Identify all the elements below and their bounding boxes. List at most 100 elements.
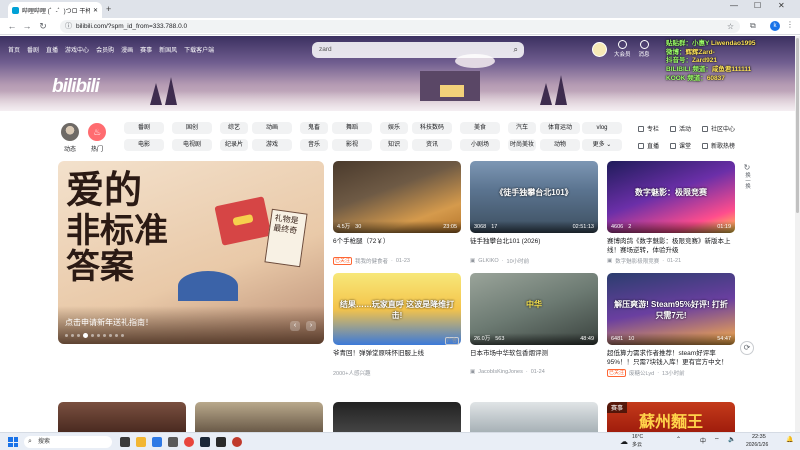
category-chip[interactable]: 动物 [540, 139, 580, 151]
category-chip[interactable]: 鬼畜 [300, 122, 328, 134]
clock-date[interactable]: 2026/1/26 [746, 442, 768, 448]
profile-avatar[interactable]: k [770, 21, 780, 31]
search-icon[interactable]: ⌕ [514, 42, 518, 58]
video-author[interactable]: 废糖公Lyd [629, 369, 654, 377]
video-thumbnail[interactable] [58, 402, 186, 432]
top-nav-item[interactable]: 游戏中心 [65, 45, 89, 54]
carousel-dot[interactable] [71, 334, 74, 337]
search-input[interactable]: zard ⌕ [312, 42, 524, 58]
category-chip[interactable]: 更多 ⌄ [582, 139, 622, 151]
video-title[interactable]: 超低算力需求作者推荐！steam好评率95%！！只需7块钱入库！更有官方中文！《… [607, 349, 735, 367]
category-chip[interactable]: 娱乐 [380, 122, 408, 134]
video-card[interactable]: 4.5万 30 23:05 6个手枪腿（72￥） 已关注 我我的健食者 · 01-23 [333, 161, 461, 265]
bookmark-star-icon[interactable]: ☆ [727, 20, 734, 33]
network-icon[interactable]: ⌔ [714, 436, 720, 444]
carousel-dot[interactable] [103, 334, 106, 337]
video-thumbnail[interactable] [470, 402, 598, 432]
video-card[interactable]: 结果……玩家直呼 这波是降维打击! 爷青回！弹弹堂原味怀旧服上线 广告 2000+人感… [333, 273, 461, 377]
notification-icon[interactable]: 🔔 [786, 436, 793, 443]
browser-tab[interactable]: 哔哩哔哩 (゜-゜)つロ 干杯~-b... ✕ [8, 2, 102, 18]
right-link[interactable]: 新歌热榜 [702, 141, 735, 150]
user-avatar[interactable] [592, 42, 607, 57]
right-link[interactable]: 活动 [670, 124, 691, 133]
video-title[interactable]: 赛博肉鸽《数字魅影：极限竞赛》新版本上线！赛场逆转，体验升级 [607, 237, 735, 255]
right-link[interactable]: 课堂 [670, 141, 691, 150]
maximize-button[interactable]: ☐ [754, 1, 761, 10]
volume-icon[interactable]: 🔈 [728, 436, 735, 443]
chrome-icon[interactable] [184, 437, 194, 447]
category-chip[interactable]: 舞蹈 [332, 122, 372, 134]
refresh-feed-button[interactable]: ↻ 换一换 [740, 163, 754, 189]
edge-icon[interactable] [152, 437, 162, 447]
category-chip[interactable]: 影视 [332, 139, 372, 151]
video-card[interactable]: 中华 26.0万 563 48:49 日本市场中华软包香烟评测 ▣ JacobIsKingJ… [470, 273, 598, 375]
video-title[interactable]: 日本市场中华软包香烟评测 [470, 349, 598, 367]
video-card[interactable]: 《徒手独攀台北101》 3068 17 02:51:13 徒手独攀台北101 (2026… [470, 161, 598, 265]
video-title[interactable]: 爷青回！弹弹堂原味怀旧服上线 [333, 349, 461, 367]
category-chip[interactable]: 体育运动 [540, 122, 580, 134]
steam-icon[interactable] [200, 437, 210, 447]
category-chip[interactable]: 动画 [252, 122, 292, 134]
category-chip[interactable]: 时尚美妆 [508, 139, 536, 151]
video-thumbnail[interactable] [333, 402, 461, 432]
video-thumbnail[interactable]: 结果……玩家直呼 这波是降维打击! [333, 273, 461, 345]
clock-time[interactable]: 22:35 [752, 434, 766, 440]
carousel-dot[interactable] [121, 334, 124, 337]
category-chip[interactable]: 电视剧 [172, 139, 212, 151]
store-icon[interactable] [168, 437, 178, 447]
video-thumbnail[interactable]: 解压爽游! Steam95%好评! 打折只需7元! 6481 10 54:47 [607, 273, 735, 345]
category-chip[interactable]: 国创 [172, 122, 212, 134]
carousel-dot[interactable] [115, 334, 118, 337]
app-icon[interactable] [216, 437, 226, 447]
top-nav-item[interactable]: 番剧 [27, 45, 39, 54]
scrollbar-thumb[interactable] [796, 38, 799, 213]
carousel-dot[interactable] [83, 333, 88, 338]
top-nav-item[interactable]: 赛事 [140, 45, 152, 54]
taskbar-search-input[interactable]: ⌕ 搜索 [24, 436, 112, 448]
carousel-dot[interactable] [109, 334, 112, 337]
top-nav-item[interactable]: 直播 [46, 45, 58, 54]
dynamic-entry[interactable]: 动态 [61, 123, 79, 153]
video-author[interactable]: 数字魅影极限竞赛 [615, 257, 659, 265]
category-chip[interactable]: 美食 [460, 122, 500, 134]
forward-button[interactable]: → [21, 20, 33, 32]
carousel-dot[interactable] [77, 334, 80, 337]
carousel-dot[interactable] [97, 334, 100, 337]
bilibili-logo[interactable]: bilibili [52, 76, 100, 98]
carousel-title[interactable]: 点击申请新年送礼指南！ [65, 317, 153, 328]
site-info-icon[interactable]: ⓘ [65, 20, 72, 33]
extensions-icon[interactable]: ⧉ [750, 21, 756, 31]
top-nav-item[interactable]: 新国风 [159, 45, 177, 54]
right-link[interactable]: 社区中心 [702, 124, 735, 133]
category-chip[interactable]: 电影 [124, 139, 164, 151]
category-chip[interactable]: 综艺 [220, 122, 248, 134]
video-author[interactable]: GLKIKO [478, 258, 498, 264]
category-chip[interactable]: 资讯 [412, 139, 452, 151]
video-thumbnail[interactable]: 4.5万 30 23:05 [333, 161, 461, 233]
back-button[interactable]: ← [6, 20, 18, 32]
category-chip[interactable]: 番剧 [124, 122, 164, 134]
video-thumbnail[interactable]: 蘇州麵王 赛事 [607, 402, 735, 432]
carousel-dot[interactable] [91, 334, 94, 337]
right-link[interactable]: 专栏 [638, 124, 659, 133]
video-author[interactable]: 2000+人感兴趣 [333, 369, 370, 377]
video-title[interactable]: 徒手独攀台北101 (2026) [470, 237, 598, 255]
url-input[interactable]: ⓘ bilibili.com/?spm_id_from=333.788.0.0 … [60, 20, 740, 33]
header-nav-message[interactable]: 消息 [639, 40, 650, 58]
back-to-top-button[interactable]: ⟳ [740, 341, 754, 355]
recorder-icon[interactable] [232, 437, 242, 447]
video-title[interactable]: 6个手枪腿（72￥） [333, 237, 461, 255]
video-card[interactable]: 数字魅影：极限竞赛 4606 2 01:19 赛博肉鸽《数字魅影：极限竞赛》新版本上线！… [607, 161, 735, 265]
category-chip[interactable]: 音乐 [300, 139, 328, 151]
banner-carousel[interactable]: 爱的 非标准 答案 礼物是最终奇 点击申请新年送礼指南！ ‹ › [58, 161, 324, 344]
top-nav-item[interactable]: 首页 [8, 45, 20, 54]
category-chip[interactable]: 汽车 [508, 122, 536, 134]
ime-indicator[interactable]: 中 [700, 436, 706, 445]
category-chip[interactable]: 科技数码 [412, 122, 452, 134]
category-chip[interactable]: 游戏 [252, 139, 292, 151]
category-chip[interactable]: 知识 [380, 139, 408, 151]
header-nav-vip[interactable]: 大会员 [614, 40, 631, 58]
windows-start-icon[interactable] [8, 437, 18, 447]
minimize-button[interactable]: — [730, 1, 738, 10]
carousel-next-button[interactable]: › [306, 321, 316, 331]
